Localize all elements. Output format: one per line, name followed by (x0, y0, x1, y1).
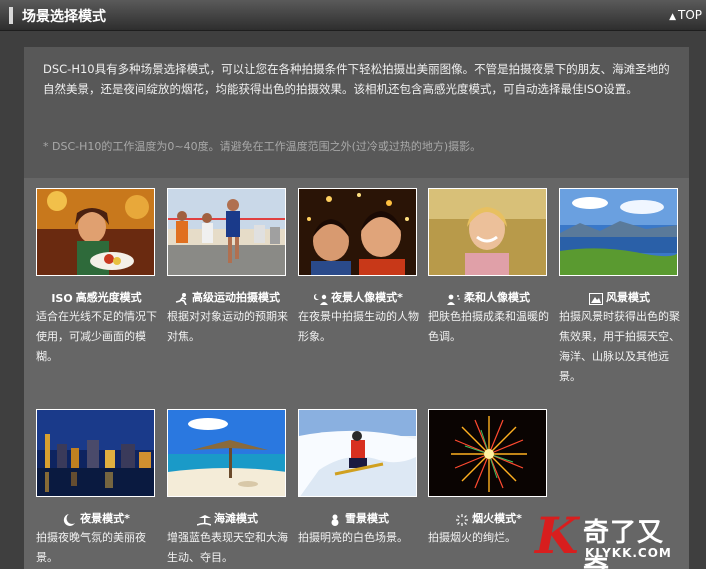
snow-photo (298, 409, 417, 497)
mode-description: 根据对对象运动的预期来对焦。 (167, 310, 288, 343)
mode-label: 夜景模式* (36, 510, 157, 527)
beach-photo (167, 409, 286, 497)
back-to-top-link[interactable]: ▲ TOP (669, 8, 702, 22)
logo-mark: K (535, 506, 579, 565)
mode-description: 适合在光线不足的情况下使用，可减少画面的模糊。 (36, 310, 157, 363)
beach-icon (196, 513, 212, 526)
high-sensitivity-photo (36, 188, 155, 276)
mode-description: 拍摄夜晚气氛的美丽夜景。 (36, 531, 146, 564)
fireworks-photo (428, 409, 547, 497)
logo-name: 奇了又奇 (583, 518, 665, 569)
mode-description: 在夜景中拍摄生动的人物形象。 (298, 310, 419, 343)
header-accent-bar (9, 7, 13, 24)
sports-icon (175, 292, 189, 305)
mode-description: 拍摄烟火的绚烂。 (428, 531, 516, 544)
advanced-sports-photo (167, 188, 286, 276)
section-title: 场景选择模式 (22, 9, 106, 25)
up-triangle-icon: ▲ (669, 12, 676, 22)
landscape-icon (589, 292, 603, 305)
snow-icon (328, 513, 342, 526)
mode-label: 烟火模式* (428, 510, 549, 527)
soft-portrait-photo (428, 188, 547, 276)
soft-portrait-icon (447, 292, 461, 305)
mode-description: 把肤色拍摄成柔和温暖的色调。 (428, 310, 549, 343)
section-header: 场景选择模式 ▲ TOP (0, 0, 706, 31)
mode-label: 夜景人像模式* (298, 289, 419, 306)
landscape-photo (559, 188, 678, 276)
mode-label: 高级运动拍摄模式 (167, 289, 288, 306)
night-scene-icon (63, 513, 77, 526)
mode-label: 雪景模式 (298, 510, 419, 527)
night-portrait-icon (313, 292, 329, 305)
mode-description: 拍摄风景时获得出色的聚焦效果，用于拍摄天空、海洋、山脉以及其他远景。 (559, 310, 680, 383)
scene-mode-grid: ISO 高感光度模式 适合在光线不足的情况下使用，可减少画面的模糊。 高级运动拍… (24, 178, 689, 569)
night-portrait-photo (298, 188, 417, 276)
mode-label: 海滩模式 (167, 510, 288, 527)
night-scene-photo (36, 409, 155, 497)
mode-description: 拍摄明亮的白色场景。 (298, 531, 408, 544)
iso-icon: ISO (51, 291, 73, 305)
site-watermark-logo: K 奇了又奇 KLYKK.COM (535, 506, 685, 569)
mode-description: 增强蓝色表现天空和大海生动、夺目。 (167, 531, 288, 564)
intro-panel: DSC-H10具有多种场景选择模式，可以让您在各种拍摄条件下轻松拍摄出美丽图像。… (24, 47, 689, 178)
fireworks-icon (455, 513, 469, 526)
mode-label: ISO 高感光度模式 (51, 291, 142, 305)
top-link-label: TOP (677, 8, 702, 22)
logo-url: KLYKK.COM (585, 546, 672, 560)
mode-label: 柔和人像模式 (428, 289, 549, 306)
mode-label: 风景模式 (559, 289, 680, 306)
temperature-note: * DSC-H10的工作温度为0~40度。请避免在工作温度范围之外(过冷或过热的… (43, 140, 482, 153)
intro-text: DSC-H10具有多种场景选择模式，可以让您在各种拍摄条件下轻松拍摄出美丽图像。… (43, 62, 670, 96)
